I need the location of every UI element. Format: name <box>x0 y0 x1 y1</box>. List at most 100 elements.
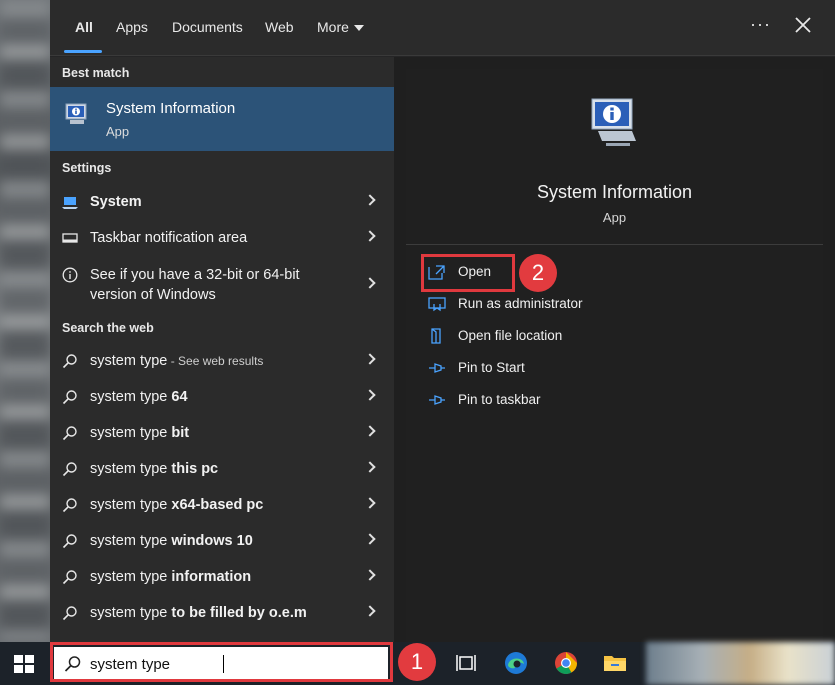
web-result-item[interactable]: system type bit <box>50 415 394 451</box>
settings-item-taskbar[interactable]: Taskbar notification area <box>50 220 394 256</box>
web-result-label: system type 64 <box>90 389 188 405</box>
web-result-label: system type this pc <box>90 461 218 477</box>
web-result-item[interactable]: system type - See web results <box>50 343 394 379</box>
action-label: Pin to taskbar <box>458 392 541 407</box>
shield-icon <box>428 297 446 312</box>
tab-bar: All Apps Documents Web More ··· <box>50 0 835 56</box>
best-match-title: System Information <box>106 100 236 117</box>
web-result-item[interactable]: system type windows 10 <box>50 523 394 559</box>
web-result-label: system type x64-based pc <box>90 497 263 513</box>
section-best-match: Best match <box>62 66 130 80</box>
section-search-the-web: Search the web <box>62 321 154 335</box>
tab-documents[interactable]: Documents <box>172 19 243 35</box>
folder-location-icon <box>431 328 441 344</box>
step-badge-1: 1 <box>398 643 436 681</box>
web-result-suggestion: bit <box>171 425 190 441</box>
web-result-item[interactable]: system type 64 <box>50 379 394 415</box>
best-match-subtitle: App <box>106 124 130 139</box>
web-result-suggestion: this pc <box>171 461 219 477</box>
close-icon[interactable] <box>792 14 814 36</box>
tab-web[interactable]: Web <box>265 19 294 35</box>
web-result-query: system type <box>90 425 172 441</box>
tab-more-label: More <box>317 19 349 35</box>
pin-icon <box>429 363 445 373</box>
web-result-hint: - See web results <box>167 354 264 368</box>
settings-item-system[interactable]: System <box>50 184 394 220</box>
action-label: Pin to Start <box>458 360 525 375</box>
tab-all[interactable]: All <box>75 19 93 35</box>
settings-item-label: See if you have a 32-bit or 64-bit versi… <box>90 267 300 303</box>
preview-card: System Information App Open Run as admin… <box>406 69 823 642</box>
preview-title: System Information <box>536 182 693 202</box>
chevron-right-icon <box>364 277 376 289</box>
info-icon <box>62 267 78 283</box>
web-result-suggestion: information <box>171 569 252 585</box>
chevron-right-icon <box>364 533 376 545</box>
chevron-right-icon <box>364 353 376 365</box>
chevron-right-icon <box>364 605 376 617</box>
file-explorer-icon[interactable] <box>602 650 628 676</box>
web-result-item[interactable]: system type x64-based pc <box>50 487 394 523</box>
section-settings: Settings <box>62 161 112 175</box>
search-icon <box>62 462 77 477</box>
web-result-suggestion: 64 <box>171 389 188 405</box>
search-icon <box>62 498 77 513</box>
search-icon <box>62 390 77 405</box>
chevron-right-icon <box>364 425 376 437</box>
settings-item-label: System <box>90 194 142 210</box>
search-icon <box>62 606 77 621</box>
chevron-right-icon <box>364 230 376 242</box>
preview-subtitle: App <box>602 210 627 225</box>
web-result-query: system type <box>90 533 172 549</box>
chevron-down-icon <box>353 25 364 32</box>
settings-item-label: Taskbar notification area <box>90 230 248 246</box>
web-result-item[interactable]: system type this pc <box>50 451 394 487</box>
search-icon <box>62 426 77 441</box>
web-result-label: system type - See web results <box>90 353 263 369</box>
web-result-label: system type bit <box>90 425 189 441</box>
web-result-item[interactable]: system type to be filled by o.e.m <box>50 595 394 631</box>
system-information-icon <box>65 103 87 124</box>
start-search-panel: All Apps Documents Web More ··· Best mat… <box>50 0 835 642</box>
edge-icon[interactable] <box>503 650 529 676</box>
web-result-suggestion: x64-based pc <box>171 497 264 513</box>
highlight-search-box <box>50 642 393 682</box>
web-result-query: system type <box>90 497 172 513</box>
web-result-query: system type <box>90 461 172 477</box>
action-label: Run as administrator <box>458 296 583 311</box>
web-result-label: system type information <box>90 569 251 585</box>
search-icon <box>62 354 77 369</box>
task-view-icon[interactable] <box>454 650 480 676</box>
pin-icon <box>429 395 445 405</box>
web-result-item[interactable]: system type information <box>50 559 394 595</box>
search-icon <box>62 570 77 585</box>
taskbar-blurred-area <box>646 642 835 685</box>
web-result-query: system type <box>90 605 172 621</box>
highlight-open <box>421 254 515 292</box>
chevron-right-icon <box>364 461 376 473</box>
chevron-right-icon <box>364 389 376 401</box>
best-match-item[interactable]: System Information App <box>50 87 394 151</box>
chevron-right-icon <box>364 497 376 509</box>
settings-item-bitness[interactable]: See if you have a 32-bit or 64-bit versi… <box>50 257 394 309</box>
tab-more[interactable]: More <box>317 19 364 35</box>
chrome-icon[interactable] <box>553 650 579 676</box>
results-list: Best match System Information App Settin… <box>50 57 394 642</box>
action-label: Open file location <box>458 328 563 343</box>
windows-start-icon[interactable] <box>14 655 34 673</box>
system-information-icon <box>591 98 636 146</box>
divider <box>406 244 823 245</box>
more-options-button[interactable]: ··· <box>750 14 771 35</box>
active-tab-indicator <box>64 50 102 53</box>
web-result-query: system type <box>90 389 172 405</box>
web-result-query: system type <box>90 569 172 585</box>
chevron-right-icon <box>364 569 376 581</box>
web-result-suggestion: windows 10 <box>171 533 253 549</box>
web-result-label: system type to be filled by o.e.m <box>90 605 307 621</box>
web-result-label: system type windows 10 <box>90 533 253 549</box>
tab-apps[interactable]: Apps <box>116 19 148 35</box>
search-icon <box>62 534 77 549</box>
chevron-right-icon <box>364 194 376 206</box>
laptop-icon <box>62 197 78 209</box>
step-badge-2: 2 <box>519 254 557 292</box>
